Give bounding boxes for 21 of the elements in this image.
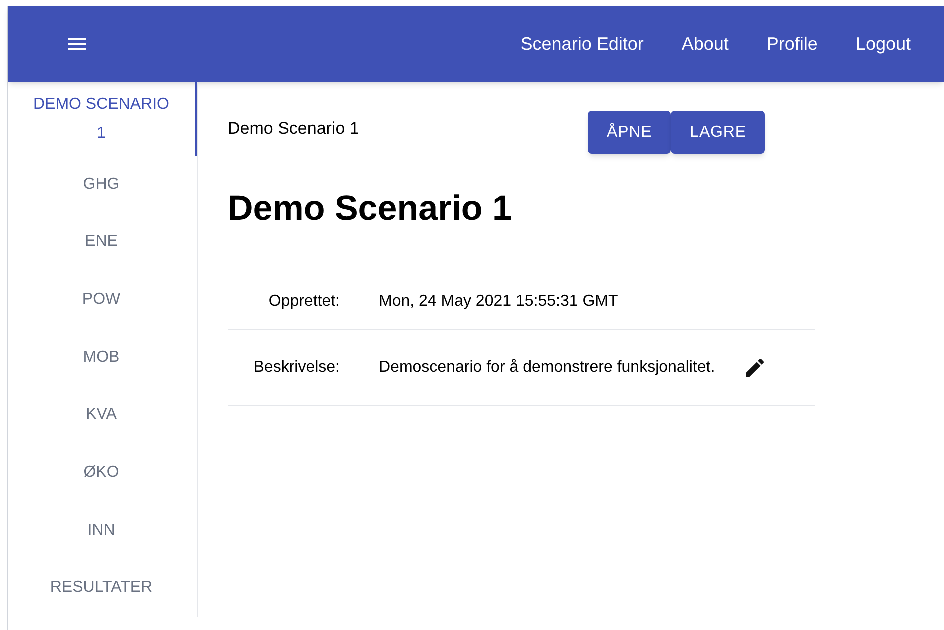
nav-link[interactable]: About [682,30,729,58]
scenario-name: Demo Scenario 1 [228,118,360,140]
field-value: Mon, 24 May 2021 15:55:31 GMT [379,292,618,312]
sidebar-tab[interactable]: GHG [8,156,197,214]
sidebar-tab[interactable]: ØKO [8,444,197,502]
action-button[interactable]: ÅPNE [588,111,672,154]
sidebar-tab[interactable]: INN [8,502,197,560]
sidebar-tab[interactable]: DEMO SCENARIO 1 [8,82,197,156]
nav-link[interactable]: Logout [856,30,911,58]
sidebar-tab[interactable]: KVA [8,386,197,444]
sidebar-tab[interactable]: ENE [8,214,197,272]
sidebar-tab[interactable]: MOB [8,328,197,386]
sidebar-tab[interactable]: POW [8,271,197,329]
nav-link[interactable]: Profile [766,30,818,58]
field-label: Opprettet: [268,292,340,312]
sidebar-tab[interactable]: RESULTATER [8,559,197,617]
nav-link[interactable]: Scenario Editor [520,30,644,58]
action-button[interactable]: LAGRE [671,111,766,154]
page-title: Demo Scenario 1 [228,188,513,230]
field-value: Demoscenario for å demonstrere funksjonalitet. [379,358,716,378]
field-label: Beskrivelse: [252,358,340,378]
